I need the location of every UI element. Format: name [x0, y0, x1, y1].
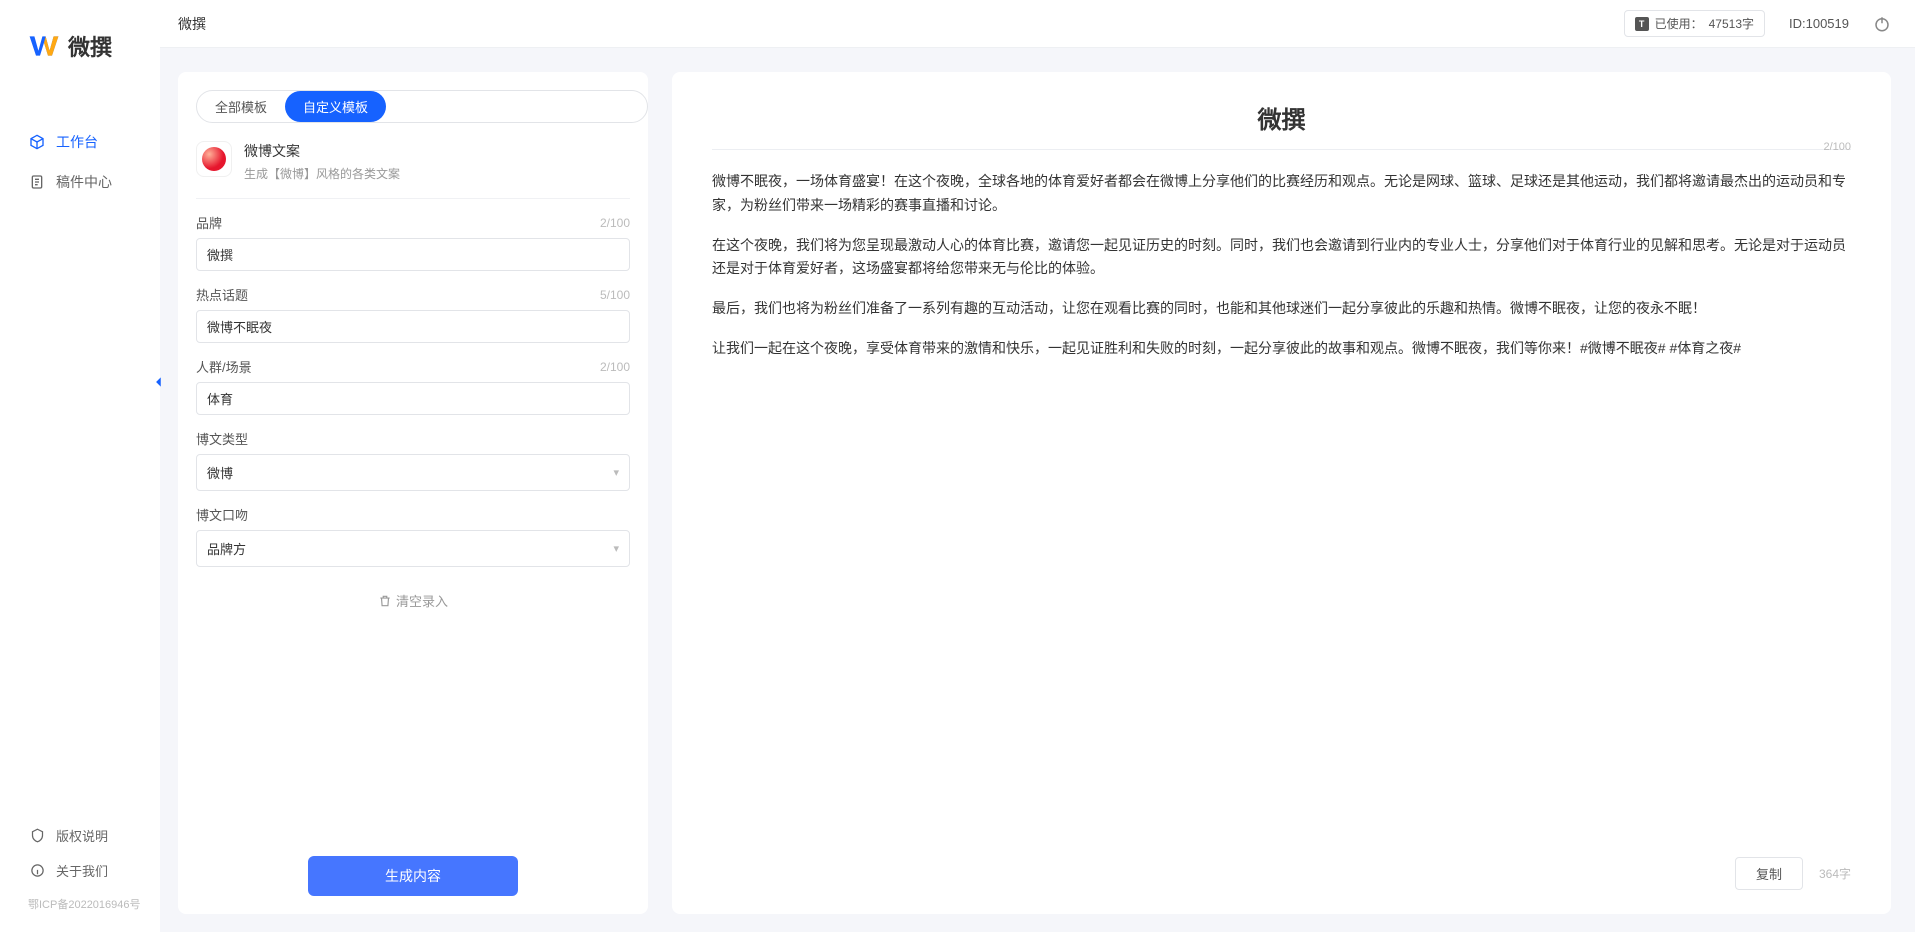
output-title-count: 2/100: [1823, 141, 1851, 153]
collapse-handle[interactable]: [152, 375, 168, 391]
sidebar-item-drafts[interactable]: 稿件中心: [0, 162, 160, 202]
chevron-left-icon: [152, 375, 166, 389]
logo-icon: [28, 30, 60, 62]
template-header: 微博文案 生成【微博】风格的各类文案: [178, 123, 648, 198]
content: 全部模板 自定义模板 微博文案 生成【微博】风格的各类文案 品牌 2: [160, 48, 1915, 932]
clear-label: 清空录入: [396, 591, 448, 610]
field-count: 2/100: [600, 216, 630, 230]
cube-icon: [28, 133, 46, 151]
field-label: 品牌: [196, 213, 222, 232]
output-body: 微博不眠夜，一场体育盛宴！在这个夜晚，全球各地的体育爱好者都会在微博上分享他们的…: [672, 170, 1891, 857]
sidebar-nav: 工作台 稿件中心: [0, 122, 160, 818]
select-value: 品牌方: [207, 539, 246, 558]
logo-text: 微撰: [68, 30, 112, 62]
footer-item-label: 关于我们: [56, 861, 108, 880]
shield-icon: [28, 827, 46, 845]
output-paragraph: 微博不眠夜，一场体育盛宴！在这个夜晚，全球各地的体育爱好者都会在微博上分享他们的…: [712, 170, 1851, 218]
scene-input[interactable]: [196, 382, 630, 415]
footer-item-label: 版权说明: [56, 826, 108, 845]
field-count: 2/100: [600, 360, 630, 374]
info-icon: [28, 862, 46, 880]
weibo-icon: [196, 141, 232, 177]
generate-bar: 生成内容: [178, 838, 648, 914]
power-icon[interactable]: [1873, 15, 1891, 33]
clear-button[interactable]: 清空录入: [196, 581, 630, 610]
field-label: 热点话题: [196, 285, 248, 304]
field-label: 人群/场景: [196, 357, 252, 376]
sidebar-item-label: 稿件中心: [56, 172, 112, 192]
chevron-down-icon: ▾: [613, 466, 619, 479]
form: 品牌 2/100 热点话题 5/100: [178, 199, 648, 838]
template-title: 微博文案: [244, 141, 400, 161]
sidebar-footer: 版权说明 关于我们: [0, 818, 160, 888]
brand-input[interactable]: [196, 238, 630, 271]
logo: 微撰: [0, 30, 160, 62]
output-footer: 复制 364字: [672, 857, 1891, 914]
user-id: ID:100519: [1789, 16, 1849, 31]
field-label: 博文口吻: [196, 505, 248, 524]
topic-input[interactable]: [196, 310, 630, 343]
field-label: 博文类型: [196, 429, 248, 448]
field-count: 5/100: [600, 288, 630, 302]
usage-value: 47513字: [1709, 15, 1754, 32]
document-icon: [28, 173, 46, 191]
footer-item-about[interactable]: 关于我们: [28, 853, 160, 888]
tab-all-templates[interactable]: 全部模板: [197, 91, 285, 122]
field-brand: 品牌 2/100: [196, 213, 630, 271]
main: 微撰 T 已使用： 47513字 ID:100519 全部模板 自定义模板: [160, 0, 1915, 932]
usage-prefix: 已使用：: [1655, 15, 1703, 32]
field-topic: 热点话题 5/100: [196, 285, 630, 343]
template-desc: 生成【微博】风格的各类文案: [244, 165, 400, 182]
output-paragraph: 让我们一起在这个夜晚，享受体育带来的激情和快乐，一起见证胜利和失败的时刻，一起分…: [712, 337, 1851, 361]
panel-form: 全部模板 自定义模板 微博文案 生成【微博】风格的各类文案 品牌 2: [178, 72, 648, 914]
footer-item-copyright[interactable]: 版权说明: [28, 818, 160, 853]
tab-custom-templates[interactable]: 自定义模板: [285, 91, 386, 122]
topbar: 微撰 T 已使用： 47513字 ID:100519: [160, 0, 1915, 48]
panel-output: 微撰 2/100 微博不眠夜，一场体育盛宴！在这个夜晚，全球各地的体育爱好者都会…: [672, 72, 1891, 914]
output-paragraph: 在这个夜晚，我们将为您呈现最激动人心的体育比赛，邀请您一起见证历史的时刻。同时，…: [712, 234, 1851, 282]
output-char-count: 364字: [1819, 865, 1851, 882]
sidebar: 微撰 工作台 稿件中心 版权说明: [0, 0, 160, 932]
field-post-type: 博文类型 微博 ▾: [196, 429, 630, 491]
generate-button[interactable]: 生成内容: [308, 856, 518, 896]
sidebar-item-workspace[interactable]: 工作台: [0, 122, 160, 162]
icp-text: 鄂ICP备2022016946号: [0, 888, 160, 912]
copy-button[interactable]: 复制: [1735, 857, 1803, 890]
tone-select[interactable]: 品牌方 ▾: [196, 530, 630, 567]
output-divider: 2/100: [712, 149, 1851, 150]
chevron-down-icon: ▾: [613, 542, 619, 555]
field-scene: 人群/场景 2/100: [196, 357, 630, 415]
breadcrumb: 微撰: [178, 14, 206, 34]
output-title: 微撰: [672, 72, 1891, 149]
text-icon: T: [1635, 17, 1649, 31]
post-type-select[interactable]: 微博 ▾: [196, 454, 630, 491]
trash-icon: [378, 594, 392, 608]
usage-badge[interactable]: T 已使用： 47513字: [1624, 10, 1765, 37]
output-paragraph: 最后，我们也将为粉丝们准备了一系列有趣的互动活动，让您在观看比赛的同时，也能和其…: [712, 297, 1851, 321]
sidebar-item-label: 工作台: [56, 132, 98, 152]
select-value: 微博: [207, 463, 233, 482]
template-tabs: 全部模板 自定义模板: [196, 90, 648, 123]
field-tone: 博文口吻 品牌方 ▾: [196, 505, 630, 567]
